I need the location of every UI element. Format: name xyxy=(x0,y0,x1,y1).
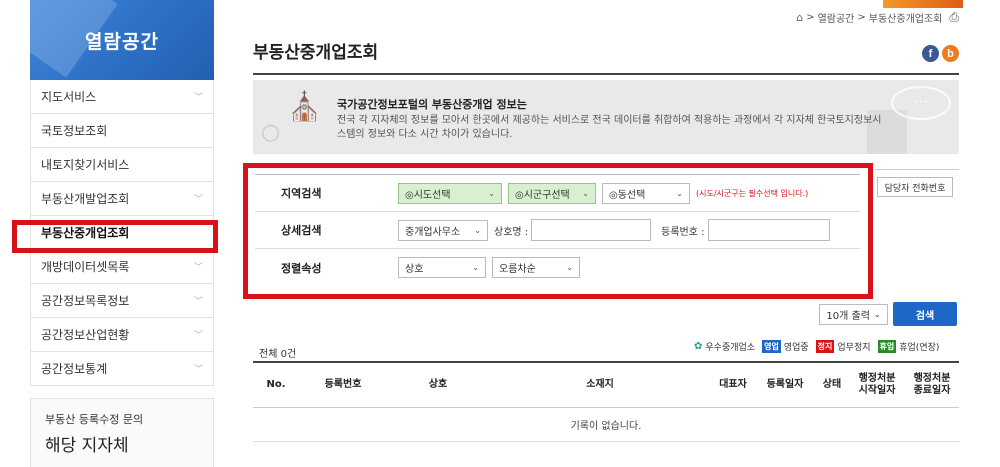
breadcrumb-separator: > xyxy=(857,12,866,23)
col-disposition-end-line1: 행정처분 xyxy=(913,373,951,384)
info-banner: ⛪ ○ ··· 국가공간정보포털의 부동산중개업 정보는 전국 각 지자체의 정… xyxy=(253,80,959,154)
contact-box: 부동산 등록수정 문의 해당 지자체 xyxy=(30,398,214,467)
search-panel-highlight xyxy=(243,163,873,299)
sidebar-item-label: 개방데이터셋목록 xyxy=(41,260,130,274)
page-size-select[interactable]: 10개 출력 ⌄ xyxy=(819,304,888,325)
contact-box-caption: 부동산 등록수정 문의 xyxy=(45,413,144,426)
sidebar-item-label: 공간정보산업현황 xyxy=(41,328,130,342)
col-status: 상태 xyxy=(822,379,842,390)
status-legend: ✿ 우수중개업소 영업 영업중 정지 업무정지 휴업 휴업(연장) xyxy=(694,340,939,353)
sidebar-item-spatial-catalog[interactable]: 공간정보목록정보 ﹀ xyxy=(31,284,213,318)
closed-badge: 휴업 xyxy=(877,340,897,353)
col-name: 상호 xyxy=(428,379,448,390)
sidebar-item-spatial-stats[interactable]: 공간정보통계 ﹀ xyxy=(31,352,213,386)
search-decor-icon: ○ xyxy=(261,120,281,145)
col-disposition-start-line2: 시작일자 xyxy=(858,385,896,396)
breadcrumb-separator: > xyxy=(806,12,815,23)
search-panel: 지역검색 ◎시도선택 ⌄ ◎시군구선택 ⌄ ◎동선택 ⌄ (시도/시군구는 필수… xyxy=(243,163,873,299)
breadcrumb: ⌂ > 열람공간 > 부동산중개업조회 ⎙ xyxy=(796,10,959,25)
col-no: No. xyxy=(266,379,286,390)
chevron-down-icon: ﹀ xyxy=(193,297,203,307)
sidebar-item-spatial-industry[interactable]: 공간정보산업현황 ﹀ xyxy=(31,318,213,352)
col-disposition-start: 행정처분 시작일자 xyxy=(849,373,905,397)
home-icon[interactable]: ⌂ xyxy=(796,11,803,24)
page-size-value: 10개 출력 xyxy=(826,311,870,322)
divider xyxy=(875,169,959,170)
chat-bubble-icon: ··· xyxy=(891,86,951,120)
legend-suspended: 업무정지 xyxy=(837,343,871,353)
col-reg-date: 등록일자 xyxy=(766,379,804,390)
legend-closed: 휴업(연장) xyxy=(899,343,940,353)
store-icon: ⛪ xyxy=(287,90,322,123)
total-count: 전체 0건 xyxy=(259,349,297,360)
breadcrumb-current: 부동산중개업조회 xyxy=(868,14,943,25)
chevron-down-icon: ﹀ xyxy=(193,195,203,205)
sidebar-item-label: 지도서비스 xyxy=(41,90,97,104)
sidebar-item-label: 공간정보통계 xyxy=(41,362,108,376)
suspended-badge: 정지 xyxy=(815,340,835,353)
sidebar-item-label: 공간정보목록정보 xyxy=(41,294,130,308)
legend-operating: 영업중 xyxy=(783,343,809,353)
col-address: 소재지 xyxy=(586,379,614,390)
sidebar-header: 열람공간 xyxy=(30,0,214,80)
chevron-down-icon: ﹀ xyxy=(193,331,203,341)
facebook-icon[interactable]: f xyxy=(922,45,939,62)
chevron-down-icon: ﹀ xyxy=(193,365,203,375)
sidebar-item-label: 부동산개발업조회 xyxy=(41,192,130,206)
sidebar-item-land-info[interactable]: 국토정보조회 xyxy=(31,114,213,148)
sidebar-title: 열람공간 xyxy=(85,30,159,53)
col-disposition-end: 행정처분 종료일자 xyxy=(905,373,959,397)
info-heading: 국가공간정보포털의 부동산중개업 정보는 xyxy=(337,98,527,111)
col-representative: 대표자 xyxy=(719,379,747,390)
empty-message: 기록이 없습니다. xyxy=(253,408,959,442)
search-button[interactable]: 검색 xyxy=(893,302,957,326)
excellent-broker-icon: ✿ xyxy=(694,341,703,352)
chevron-down-icon: ﹀ xyxy=(193,93,203,103)
sidebar-item-open-dataset[interactable]: 개방데이터셋목록 ﹀ xyxy=(31,250,213,284)
operating-badge: 영업 xyxy=(762,340,781,353)
top-decoration xyxy=(883,0,963,8)
col-disposition-start-line1: 행정처분 xyxy=(858,373,896,384)
chevron-down-icon: ﹀ xyxy=(193,263,203,273)
sidebar-item-label: 내토지찾기서비스 xyxy=(41,158,130,172)
contact-phone-button[interactable]: 담당자 전화번호 xyxy=(877,177,953,197)
table-header: No. 등록번호 상호 소재지 대표자 등록일자 상태 행정처분 시작일자 행정… xyxy=(253,363,959,408)
sidebar-item-find-my-land[interactable]: 내토지찾기서비스 xyxy=(31,148,213,182)
main-content: ⌂ > 열람공간 > 부동산중개업조회 ⎙ 부동산중개업조회 f b ⛪ ○ ·… xyxy=(243,0,963,467)
sns-links: f b xyxy=(922,45,959,62)
col-reg-no: 등록번호 xyxy=(324,379,362,390)
result-table: No. 등록번호 상호 소재지 대표자 등록일자 상태 행정처분 시작일자 행정… xyxy=(253,361,959,442)
info-body: 전국 각 지자체의 정보를 모아서 한곳에서 제공하는 서비스로 전국 데이터를… xyxy=(337,115,882,140)
page-title: 부동산중개업조회 xyxy=(253,43,379,63)
breadcrumb-item[interactable]: 열람공간 xyxy=(818,10,855,25)
legend-excellent: 우수중개업소 xyxy=(705,343,756,353)
blog-icon[interactable]: b xyxy=(942,45,959,62)
sidebar-item-realestate-dev[interactable]: 부동산개발업조회 ﹀ xyxy=(31,182,213,216)
col-disposition-end-line2: 종료일자 xyxy=(913,385,951,396)
title-divider xyxy=(253,73,959,75)
contact-box-value: 해당 지자체 xyxy=(45,436,129,456)
sidebar-item-label: 국토정보조회 xyxy=(41,124,108,138)
chevron-down-icon: ⌄ xyxy=(873,310,881,319)
sidebar-item-map-service[interactable]: 지도서비스 ﹀ xyxy=(31,80,213,114)
printer-icon[interactable]: ⎙ xyxy=(949,10,959,25)
active-item-highlight xyxy=(12,220,218,253)
